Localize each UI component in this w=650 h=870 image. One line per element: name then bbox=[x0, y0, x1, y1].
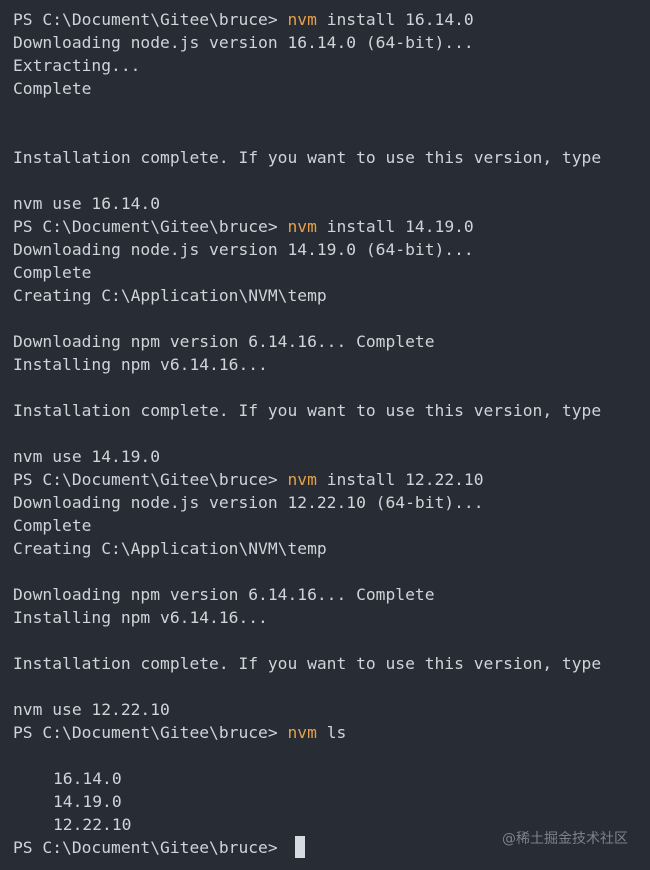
watermark: @稀土掘金技术社区 bbox=[502, 831, 628, 847]
output-line: Downloading node.js version 14.19.0 (64-… bbox=[13, 240, 474, 259]
prompt-line: PS C:\Document\Gitee\bruce> nvm ls bbox=[13, 721, 346, 744]
command-args: ls bbox=[316, 723, 347, 742]
prompt: PS C:\Document\Gitee\bruce> bbox=[13, 10, 288, 29]
output-line: Downloading node.js version 12.22.10 (64… bbox=[13, 493, 484, 512]
terminal-window[interactable]: PS C:\Document\Gitee\bruce> nvm install … bbox=[0, 0, 650, 870]
prompt: PS C:\Document\Gitee\bruce> bbox=[13, 470, 288, 489]
text-cursor bbox=[295, 835, 306, 858]
prompt-line: PS C:\Document\Gitee\bruce> nvm install … bbox=[13, 468, 484, 491]
command-args: install 14.19.0 bbox=[316, 217, 474, 236]
prompt-line: PS C:\Document\Gitee\bruce> nvm install … bbox=[13, 215, 474, 238]
output-line: Downloading node.js version 16.14.0 (64-… bbox=[13, 33, 474, 52]
output-line: Installation complete. If you want to us… bbox=[13, 654, 602, 673]
output-line: Downloading npm version 6.14.16... Compl… bbox=[13, 585, 435, 604]
version-item: 14.19.0 bbox=[53, 792, 122, 811]
prompt: PS C:\Document\Gitee\bruce> bbox=[13, 217, 288, 236]
version-item: 12.22.10 bbox=[53, 815, 132, 834]
current-prompt-line[interactable]: PS C:\Document\Gitee\bruce> bbox=[13, 835, 306, 859]
output-line: Creating C:\Application\NVM\temp bbox=[13, 286, 327, 305]
prompt: PS C:\Document\Gitee\bruce> bbox=[13, 838, 288, 857]
output-line: Complete bbox=[13, 79, 92, 98]
output-line: Extracting... bbox=[13, 56, 141, 75]
output-line: Downloading npm version 6.14.16... Compl… bbox=[13, 332, 435, 351]
command-name: nvm bbox=[287, 470, 317, 489]
output-line: nvm use 14.19.0 bbox=[13, 447, 161, 466]
command-args: install 16.14.0 bbox=[316, 10, 474, 29]
version-item: 16.14.0 bbox=[53, 769, 122, 788]
command-name: nvm bbox=[287, 10, 317, 29]
output-line: Complete bbox=[13, 516, 92, 535]
prompt-line: PS C:\Document\Gitee\bruce> nvm install … bbox=[13, 8, 474, 31]
output-line: Installation complete. If you want to us… bbox=[13, 401, 602, 420]
command-args: install 12.22.10 bbox=[316, 470, 484, 489]
output-line: Installing npm v6.14.16... bbox=[13, 608, 268, 627]
output-line: Creating C:\Application\NVM\temp bbox=[13, 539, 327, 558]
output-line: nvm use 16.14.0 bbox=[13, 194, 161, 213]
output-line: nvm use 12.22.10 bbox=[13, 700, 170, 719]
output-line: Installing npm v6.14.16... bbox=[13, 355, 268, 374]
command-name: nvm bbox=[287, 217, 317, 236]
command-name: nvm bbox=[287, 723, 317, 742]
prompt: PS C:\Document\Gitee\bruce> bbox=[13, 723, 288, 742]
output-line: Installation complete. If you want to us… bbox=[13, 148, 602, 167]
output-line: Complete bbox=[13, 263, 92, 282]
